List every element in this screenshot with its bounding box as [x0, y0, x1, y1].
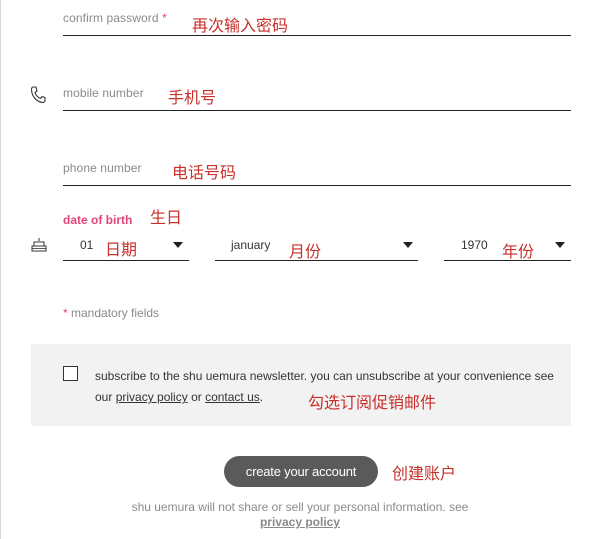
annotation-year: 年份 — [502, 242, 535, 261]
phone-number-label: phone number — [63, 161, 142, 175]
confirm-password-underline — [63, 35, 571, 36]
mandatory-text: mandatory fields — [71, 306, 160, 320]
left-border — [0, 0, 1, 539]
newsletter-checkbox[interactable] — [63, 366, 78, 381]
annotation-phone-number: 电话号码 — [172, 163, 237, 182]
chevron-down-icon — [403, 242, 413, 248]
date-of-birth-label: date of birth — [63, 213, 133, 227]
footer-privacy-policy-link[interactable]: privacy policy — [260, 515, 340, 529]
contact-us-link[interactable]: contact us — [205, 390, 260, 404]
mobile-number-label: mobile number — [63, 86, 144, 100]
annotation-day: 日期 — [105, 240, 138, 259]
annotation-confirm-password: 再次输入密码 — [192, 16, 289, 35]
privacy-note: shu uemura will not share or sell your p… — [100, 500, 500, 530]
mandatory-note: * mandatory fields — [63, 306, 159, 320]
dob-month-value: january — [231, 238, 271, 252]
chevron-down-icon — [173, 242, 183, 248]
create-account-button[interactable]: create your account — [224, 456, 378, 487]
cake-icon — [31, 237, 47, 258]
period-text: . — [259, 390, 264, 404]
dob-day-value: 01 — [80, 238, 94, 252]
privacy-policy-link[interactable]: privacy policy — [116, 390, 188, 404]
newsletter-panel: subscribe to the shu uemura newsletter. … — [31, 344, 571, 426]
privacy-note-text: shu uemura will not share or sell your p… — [131, 500, 469, 514]
or-text: or — [191, 390, 202, 404]
dob-year-value: 1970 — [461, 238, 488, 252]
phone-icon — [30, 86, 46, 109]
annotation-newsletter: 勾选订阅促销邮件 — [308, 393, 437, 412]
required-mark: * — [162, 11, 167, 25]
mobile-number-underline — [63, 110, 571, 111]
phone-number-field[interactable]: phone number — [63, 151, 571, 191]
chevron-down-icon — [555, 242, 565, 248]
annotation-mobile-number: 手机号 — [168, 88, 217, 107]
confirm-password-field[interactable]: confirm password * — [63, 0, 571, 40]
mobile-number-field[interactable]: mobile number — [63, 76, 571, 116]
required-mark: * — [63, 306, 68, 320]
annotation-create-account: 创建账户 — [392, 464, 457, 483]
confirm-password-label: confirm password — [63, 11, 159, 25]
phone-number-underline — [63, 185, 571, 186]
annotation-date-of-birth: 生日 — [150, 208, 183, 227]
annotation-month: 月份 — [289, 242, 322, 261]
